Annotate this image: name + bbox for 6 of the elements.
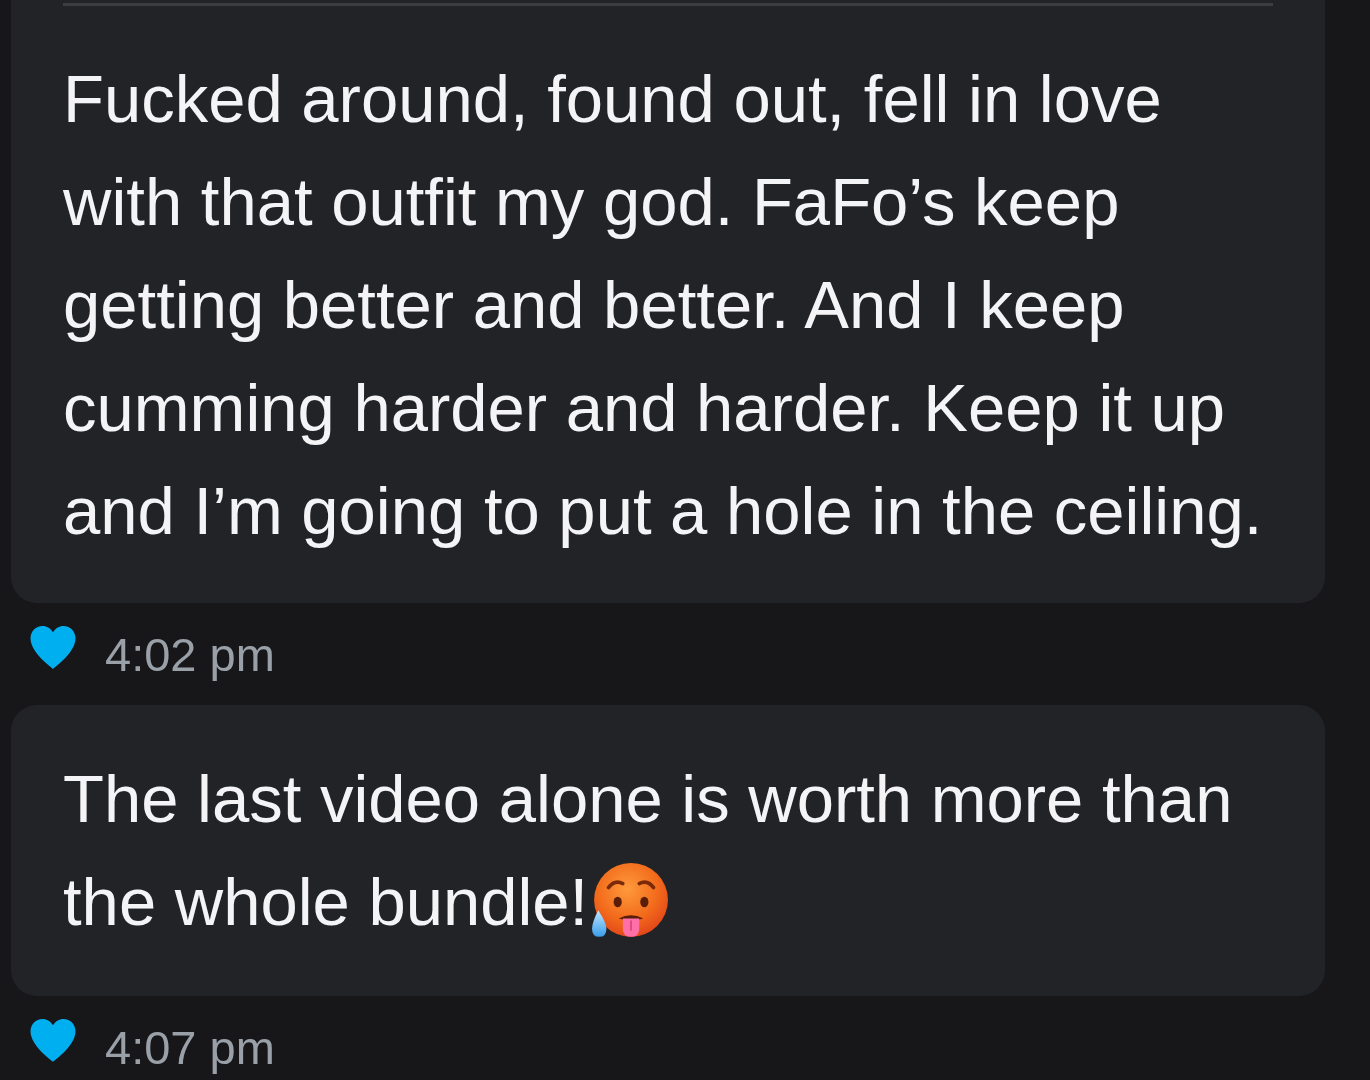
message-text: Fucked around, found out, fell in love with that outfit my god. FaFo’s keep getting better and better. And I keep cumming harder and harder. Keep it up and I’m going to put a hole in the ceiling.	[63, 61, 1263, 548]
message-time: 4:07 pm	[105, 1022, 275, 1074]
message-time: 4:02 pm	[105, 629, 275, 681]
message-text: The last video alone is worth more than the whole bundle!	[63, 761, 1233, 939]
heart-icon[interactable]	[28, 623, 78, 671]
heart-icon[interactable]	[28, 1016, 78, 1064]
